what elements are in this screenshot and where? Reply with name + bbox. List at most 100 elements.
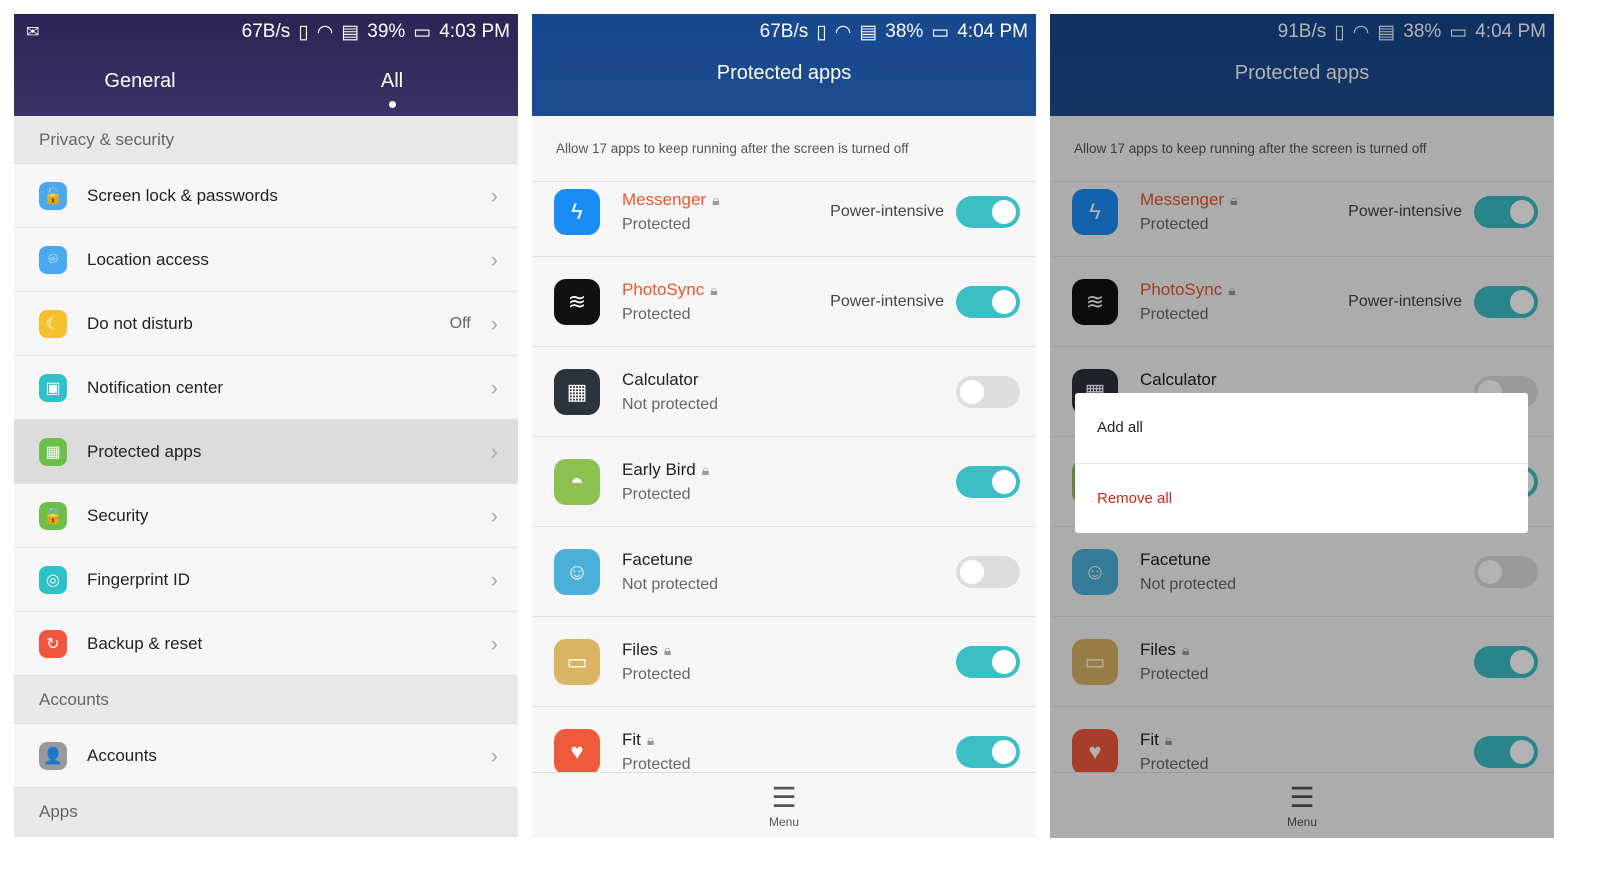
protect-toggle[interactable] [956, 555, 1020, 588]
status-bar: ✉ 67B/s ▯ ◠ ▤ 39% ▭ 4:03 PM [14, 14, 518, 50]
menu-button[interactable]: ☰ Menu [532, 772, 1036, 838]
mail-icon: ✉ [26, 24, 40, 41]
chevron-right-icon: › [490, 630, 498, 656]
settings-item-protected-apps[interactable]: ▦ Protected apps › [14, 420, 518, 484]
chevron-right-icon: › [490, 182, 498, 208]
network-speed: 67B/s [241, 21, 291, 42]
settings-item-do-not-disturb[interactable]: ☾ Do not disturb Off › [14, 292, 518, 356]
moon-icon: ☾ [39, 309, 67, 338]
power-intensive-label: Power-intensive [830, 292, 944, 310]
app-status: Protected [622, 305, 691, 323]
item-label: Security [87, 505, 149, 525]
app-name: Calculator [622, 369, 699, 389]
active-tab-indicator [389, 101, 396, 108]
item-label: Notification center [87, 377, 224, 397]
status-bar: 67B/s ▯ ◠ ▤ 38% ▭ 4:04 PM [532, 14, 1036, 50]
network-speed: 67B/s [759, 21, 809, 42]
heart-icon: ♥ [554, 728, 600, 772]
app-name: Facetune [622, 549, 693, 569]
padlock-icon: 🔒 [39, 501, 67, 530]
location-pin-icon: ⌾ [39, 245, 67, 274]
app-status: Not protected [622, 575, 719, 593]
app-name: PhotoSync [622, 279, 705, 299]
app-row: ☺ Facetune Not protected [532, 527, 1036, 617]
battery-percent: 39% [367, 21, 406, 42]
lock-icon: 🔒︎ [646, 731, 655, 748]
protect-toggle[interactable] [956, 285, 1020, 318]
item-label: Backup & reset [87, 633, 203, 653]
page-title: Protected apps [716, 62, 852, 84]
app-status: Protected [622, 215, 691, 233]
protect-toggle[interactable] [956, 735, 1020, 768]
lock-open-icon: 🔓 [39, 181, 67, 210]
menu-popup: Add all Remove all [1075, 393, 1528, 533]
battery-icon: ▭ [413, 21, 432, 43]
protect-toggle[interactable] [956, 195, 1020, 228]
app-status: Protected [622, 755, 691, 773]
description: Allow 17 apps to keep running after the … [532, 116, 1036, 182]
menu-label: Menu [768, 815, 800, 829]
app-name: Files [622, 639, 658, 659]
clock: 4:03 PM [439, 21, 510, 42]
protect-toggle[interactable] [956, 375, 1020, 408]
wifi-icon: ◠ [316, 21, 334, 43]
facetune-icon: ☺ [554, 548, 600, 595]
app-status: Not protected [622, 395, 719, 413]
settings-item-fingerprint-id[interactable]: ◎ Fingerprint ID › [14, 548, 518, 612]
chevron-right-icon: › [490, 566, 498, 592]
tab-all[interactable]: All [266, 50, 518, 116]
section-header: Privacy & security [14, 116, 518, 164]
calculator-icon: ▦ [554, 368, 600, 415]
settings-item-security[interactable]: 🔒 Security › [14, 484, 518, 548]
sim-icon: ▤ [341, 21, 360, 43]
apps-grid-icon: ▦ [39, 437, 67, 466]
settings-item-notification-center[interactable]: ▣ Notification center › [14, 356, 518, 420]
vibrate-icon: ▯ [298, 21, 309, 43]
settings-screen: ✉ 67B/s ▯ ◠ ▤ 39% ▭ 4:03 PM General All Pri… [14, 14, 518, 838]
app-row: ♥ Fit 🔒︎ Protected [532, 707, 1036, 772]
backup-icon: ↻ [39, 629, 67, 658]
lock-icon: 🔒︎ [663, 641, 672, 658]
settings-item-location-access[interactable]: ⌾ Location access › [14, 228, 518, 292]
protect-toggle[interactable] [956, 645, 1020, 678]
android-icon: ◓ [554, 458, 600, 505]
notification-icon: ▣ [39, 373, 67, 402]
sim-icon: ▤ [859, 21, 878, 43]
app-row: ≋ PhotoSync 🔒︎ Protected Power-intensive [532, 257, 1036, 347]
tab-label: General [104, 70, 176, 92]
settings-item-screen-lock-passwords[interactable]: 🔓 Screen lock & passwords › [14, 164, 518, 228]
settings-item-accounts[interactable]: 👤 Accounts › [14, 724, 518, 788]
app-row: ▭ Files 🔒︎ Protected [532, 617, 1036, 707]
app-name: Early Bird [622, 459, 696, 479]
lock-icon: 🔒︎ [710, 281, 718, 298]
item-value: Off [449, 314, 471, 332]
folder-icon: ▭ [554, 638, 600, 685]
app-status: Protected [622, 665, 691, 683]
protect-toggle[interactable] [956, 465, 1020, 498]
add-all-option[interactable]: Add all [1075, 393, 1528, 463]
item-label: Protected apps [87, 441, 202, 461]
app-row: ◓ Early Bird 🔒︎ Protected [532, 437, 1036, 527]
lock-icon: 🔒︎ [712, 191, 720, 208]
remove-all-option[interactable]: Remove all [1075, 463, 1528, 533]
app-name: Messenger [622, 189, 707, 209]
tab-general[interactable]: General [14, 50, 266, 116]
app-status: Protected [622, 485, 691, 503]
app-name: Fit [622, 729, 641, 749]
battery-icon: ▭ [931, 21, 950, 43]
chevron-right-icon: › [490, 374, 498, 400]
section-header: Accounts [14, 676, 518, 724]
item-label: Location access [87, 249, 209, 269]
chevron-right-icon: › [490, 742, 498, 768]
chevron-right-icon: › [490, 438, 498, 464]
clock: 4:04 PM [957, 21, 1028, 42]
menu-icon: ☰ [771, 782, 797, 813]
item-label: Screen lock & passwords [87, 185, 278, 205]
item-label: Accounts [87, 745, 157, 765]
photosync-icon: ≋ [554, 278, 600, 325]
settings-item-backup-reset[interactable]: ↻ Backup & reset › [14, 612, 518, 676]
wifi-icon: ◠ [834, 21, 852, 43]
protected-apps-screen-with-menu: 91B/s ▯ ◠ ▤ 38% ▭ 4:04 PM Protected apps Allow 1… [1050, 14, 1554, 838]
fingerprint-icon: ◎ [39, 565, 67, 594]
account-icon: 👤 [39, 741, 67, 770]
